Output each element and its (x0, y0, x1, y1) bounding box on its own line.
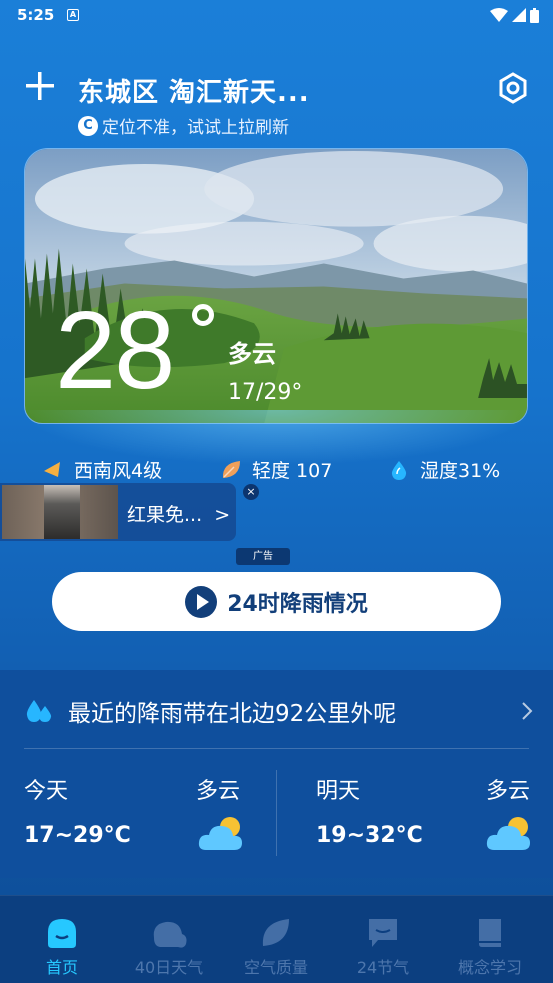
forecast-condition-today: 多云 (195, 779, 240, 804)
air-quality-text: 轻度 107 (252, 460, 333, 482)
message-icon (369, 919, 397, 947)
current-temperature: 28 (55, 289, 175, 412)
settings-icon[interactable] (497, 72, 529, 104)
forecast-divider (276, 770, 277, 856)
signal-icon (512, 8, 526, 22)
nav-40day-label: 40日天气 (134, 958, 204, 977)
ad-person-image (44, 485, 80, 539)
status-time: 5:25 (17, 6, 55, 24)
wind-metric[interactable]: 西南风4级 (42, 456, 162, 483)
partly-cloudy-icon (198, 817, 242, 850)
wind-text: 西南风4级 (74, 460, 163, 482)
ad-banner[interactable]: 红果免... > (0, 483, 236, 541)
play-icon (185, 585, 218, 618)
air-quality-metric[interactable]: 轻度 107 (220, 456, 332, 483)
nav-home[interactable]: 首页 (12, 916, 112, 978)
forecast-panel: 最近的降雨带在北边92公里外呢 今天 多云 17~29°C 明天 多云 19~3… (0, 670, 553, 878)
ad-tag[interactable]: 广告 (236, 548, 290, 565)
rain-alert-text: 最近的降雨带在北边92公里外呢 (68, 701, 397, 727)
partly-cloudy-icon (486, 817, 530, 850)
humidity-text: 湿度31% (420, 460, 501, 482)
leaf-icon (222, 460, 240, 478)
humidity-metric[interactable]: 湿度31% (388, 456, 500, 483)
notification-icon: A (67, 9, 79, 21)
ad-thumbnail (2, 485, 118, 539)
current-condition: 多云 (228, 340, 276, 368)
location-title[interactable]: 东城区 淘汇新天... (78, 72, 310, 109)
battery-icon (530, 7, 539, 23)
ad-text: 红果免... > (127, 504, 231, 526)
bottom-nav: 首页 40日天气 空气质量 24节气 概念学习 (0, 895, 553, 983)
book-icon (479, 919, 501, 947)
chevron-right-icon (522, 702, 533, 720)
status-bar: 5:25 A (0, 0, 553, 34)
forecast-day-tomorrow: 明天 (316, 779, 361, 804)
rain-alert[interactable]: 最近的降雨带在北边92公里外呢 (24, 694, 533, 728)
nav-learning[interactable]: 概念学习 (440, 916, 540, 978)
nav-solar-terms[interactable]: 24节气 (333, 916, 433, 978)
location-hint-text: 定位不准，试试上拉刷新 (102, 118, 289, 138)
leaf-nav-icon (262, 919, 289, 946)
rain-24h-label: 24时降雨情况 (227, 591, 368, 617)
temperature-range: 17/29° (228, 380, 303, 405)
forecast-condition-tomorrow: 多云 (485, 779, 530, 804)
wind-flag-icon (44, 461, 60, 477)
nav-learning-label: 概念学习 (457, 958, 522, 977)
forecast-day-today: 今天 (24, 779, 69, 804)
refresh-icon: C (78, 115, 98, 136)
status-icons (490, 6, 539, 24)
ad-close-button[interactable]: × (243, 484, 259, 500)
home-icon (48, 919, 76, 948)
nav-air-quality-label: 空气质量 (243, 958, 308, 977)
nav-solar-terms-label: 24节气 (356, 958, 410, 977)
add-location-button[interactable] (24, 70, 56, 102)
panel-divider (24, 748, 529, 749)
rain-drops-icon (26, 700, 52, 722)
wifi-icon (490, 8, 508, 22)
rain-24h-button[interactable]: 24时降雨情况 (52, 572, 501, 631)
cloud-nav-icon (153, 921, 187, 948)
nav-40day[interactable]: 40日天气 (119, 916, 219, 978)
forecast-temp-today: 17~29°C (24, 823, 131, 848)
forecast-temp-tomorrow: 19~32°C (316, 823, 423, 848)
degree-symbol (192, 304, 214, 326)
chevron-right-icon: > (214, 504, 231, 526)
water-drop-icon (391, 460, 407, 480)
nav-home-label: 首页 (45, 958, 78, 977)
nav-air-quality[interactable]: 空气质量 (226, 916, 326, 978)
location-hint[interactable]: C 定位不准，试试上拉刷新 (78, 113, 289, 138)
